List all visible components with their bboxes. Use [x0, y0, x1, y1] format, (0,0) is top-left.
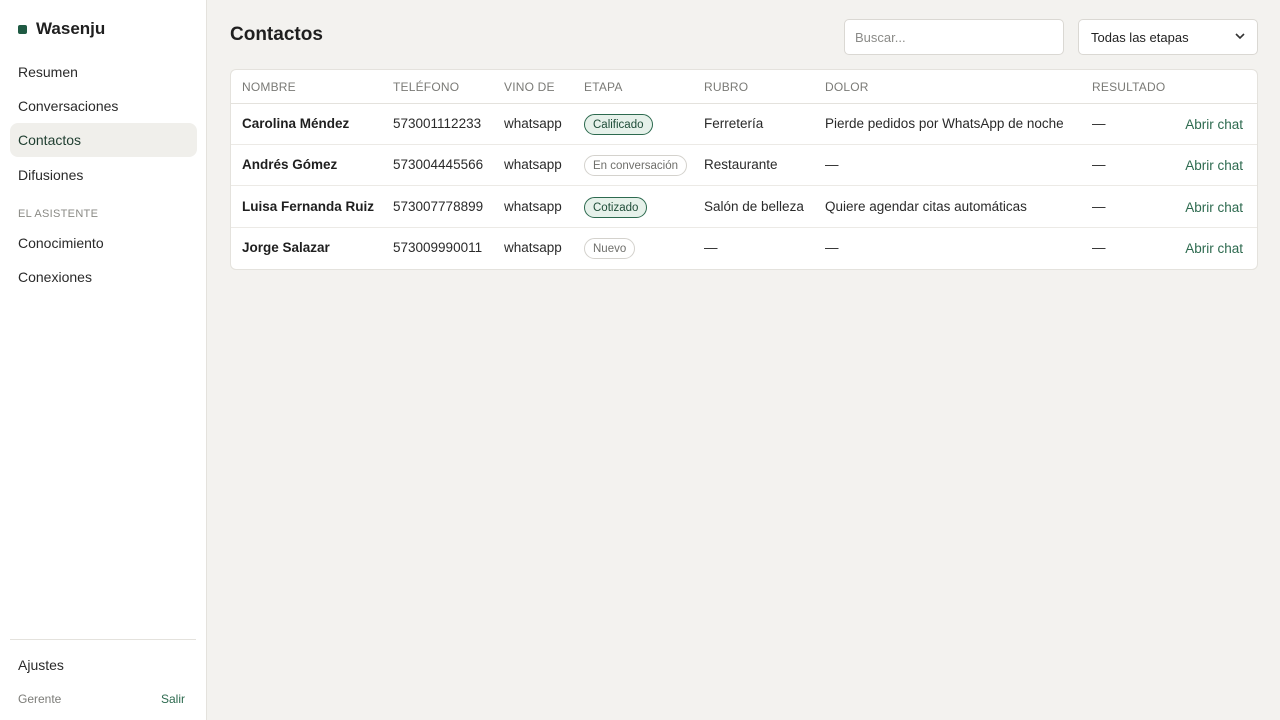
sidebar-item-conexiones[interactable]: Conexiones — [10, 260, 197, 294]
stage-badge: Calificado — [584, 114, 653, 135]
table-row[interactable]: Andrés Gómez 573004445566 whatsapp En co… — [231, 145, 1257, 186]
table-row[interactable]: Luisa Fernanda Ruiz 573007778899 whatsap… — [231, 187, 1257, 228]
open-chat-link[interactable]: Abrir chat — [1185, 117, 1243, 132]
contact-pain: — — [825, 157, 839, 172]
header-nombre[interactable]: NOMBRE — [242, 80, 296, 94]
contact-result: — — [1092, 199, 1106, 214]
sidebar: Wasenju Resumen Conversaciones Contactos… — [0, 0, 207, 720]
stage-badge: En conversación — [584, 155, 688, 176]
contact-name: Andrés Gómez — [242, 157, 338, 172]
brand[interactable]: Wasenju — [18, 18, 105, 40]
user-role: Gerente — [18, 692, 62, 706]
sidebar-item-contactos[interactable]: Contactos — [10, 123, 197, 157]
contact-source: whatsapp — [504, 199, 562, 214]
contact-phone: 573009990011 — [393, 240, 483, 255]
contact-phone: 573001112233 — [393, 116, 482, 131]
table-row[interactable]: Carolina Méndez 573001112233 whatsapp Ca… — [231, 104, 1257, 145]
contact-source: whatsapp — [504, 157, 562, 172]
open-chat-link[interactable]: Abrir chat — [1185, 241, 1243, 256]
contact-pain: Quiere agendar citas automáticas — [825, 199, 1027, 214]
contact-source: whatsapp — [504, 116, 562, 131]
header-etapa[interactable]: ETAPA — [584, 80, 623, 94]
contact-source: whatsapp — [504, 240, 562, 255]
sidebar-item-difusiones[interactable]: Difusiones — [10, 158, 197, 192]
contact-result: — — [1092, 240, 1106, 255]
sidebar-item-conversaciones[interactable]: Conversaciones — [10, 89, 197, 123]
stage-badge: Cotizado — [584, 197, 648, 218]
open-chat-link[interactable]: Abrir chat — [1185, 158, 1243, 173]
brand-dot-icon — [18, 24, 27, 34]
contact-industry: Ferretería — [704, 116, 764, 131]
contact-phone: 573004445566 — [393, 157, 484, 172]
contacts-table: NOMBRE TELÉFONO VINO DE ETAPA RUBRO DOLO… — [230, 69, 1258, 270]
contact-name: Carolina Méndez — [242, 116, 350, 131]
contact-result: — — [1092, 116, 1106, 131]
stage-badge: Nuevo — [584, 238, 636, 259]
contact-pain: Pierde pedidos por WhatsApp de noche — [825, 116, 1064, 131]
logout-link[interactable]: Salir — [161, 692, 185, 706]
sidebar-section-label: EL ASISTENTE — [18, 208, 99, 220]
contact-phone: 573007778899 — [393, 199, 484, 214]
stage-filter-select[interactable]: Todas las etapas — [1078, 19, 1258, 55]
sidebar-divider — [10, 639, 196, 640]
contact-industry: — — [704, 240, 718, 255]
stage-filter-value: Todas las etapas — [1091, 29, 1189, 45]
contact-industry: Salón de belleza — [704, 199, 804, 214]
header-resultado[interactable]: RESULTADO — [1092, 80, 1165, 94]
sidebar-item-ajustes[interactable]: Ajustes — [10, 648, 197, 682]
header-telefono[interactable]: TELÉFONO — [393, 80, 459, 94]
contact-name: Jorge Salazar — [242, 240, 330, 255]
header-dolor[interactable]: DOLOR — [825, 80, 869, 94]
table-row[interactable]: Jorge Salazar 573009990011 whatsapp Nuev… — [231, 228, 1257, 269]
contact-pain: — — [825, 240, 839, 255]
contact-result: — — [1092, 157, 1106, 172]
app-name: Wasenju — [36, 19, 106, 38]
contact-industry: Restaurante — [704, 157, 778, 172]
contact-name: Luisa Fernanda Ruiz — [242, 199, 375, 214]
search-input[interactable] — [844, 19, 1064, 55]
table-header: NOMBRE TELÉFONO VINO DE ETAPA RUBRO DOLO… — [231, 70, 1257, 104]
header-rubro[interactable]: RUBRO — [704, 80, 748, 94]
sidebar-item-conocimiento[interactable]: Conocimiento — [10, 226, 197, 260]
sidebar-item-resumen[interactable]: Resumen — [10, 55, 197, 89]
page-title: Contactos — [230, 24, 323, 45]
header-vino-de[interactable]: VINO DE — [504, 80, 555, 94]
open-chat-link[interactable]: Abrir chat — [1185, 200, 1243, 215]
chevron-down-icon — [1235, 31, 1245, 43]
